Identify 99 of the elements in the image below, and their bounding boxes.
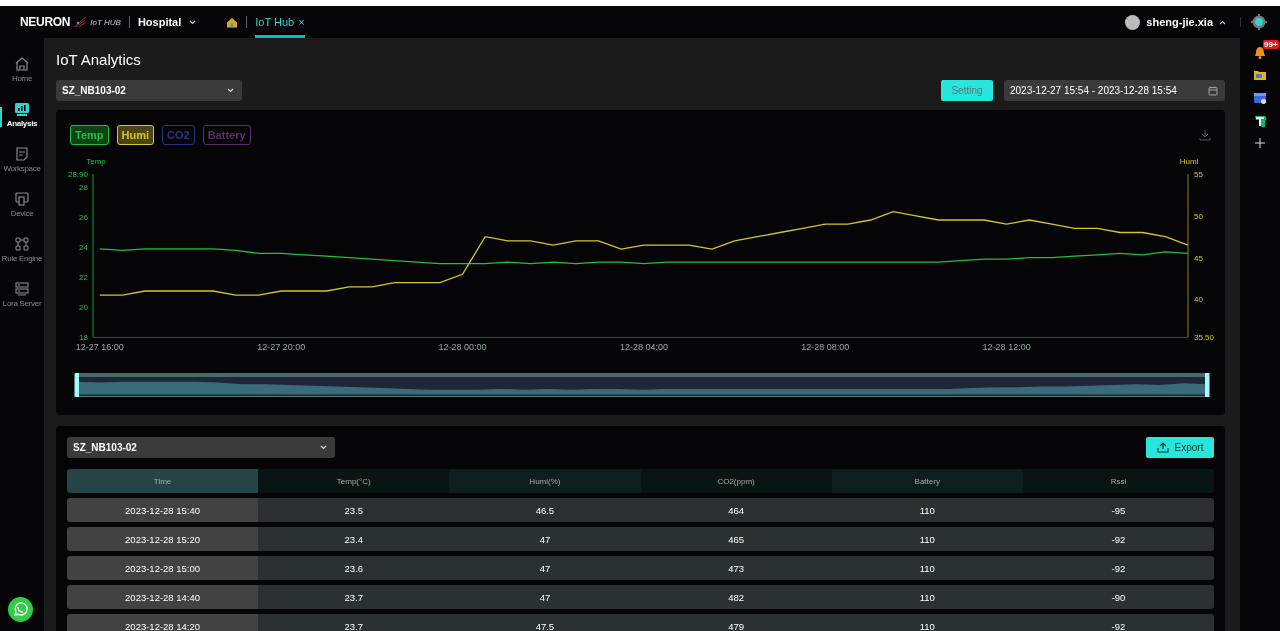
add-icon[interactable] [1254, 137, 1266, 151]
calendar-icon [1208, 85, 1218, 96]
settings-icon[interactable] [1251, 14, 1267, 30]
nodes-icon [14, 236, 30, 252]
tick-label: 28 [79, 183, 88, 193]
sidebar-item[interactable]: Device [0, 191, 44, 225]
table-cell: 47.5 [449, 614, 641, 631]
axis-title: Humi [1179, 157, 1199, 166]
tick-label: 24 [79, 243, 88, 253]
table-cell: 110 [831, 556, 1023, 580]
date-range-field[interactable]: 2023-12-27 15:54 - 2023-12-28 15:54 [1004, 80, 1225, 101]
table-cell: 473 [640, 556, 832, 580]
tick-label: 20 [79, 303, 88, 313]
legend-toggle[interactable]: Temp [70, 125, 109, 145]
bell-icon[interactable] [1254, 46, 1266, 59]
table-cell: 2023-12-28 15:00 [67, 556, 259, 580]
table-cell: 2023-12-28 15:20 [67, 527, 259, 551]
caret-up-icon [1219, 19, 1226, 25]
table-cell: 2023-12-28 14:20 [67, 614, 259, 631]
document-icon [14, 146, 30, 162]
column-header: Humi(%) [449, 469, 641, 493]
table-cell: 47 [449, 585, 641, 609]
sidebar-item[interactable]: Rule Engine [0, 236, 44, 270]
axis-title: Temp [86, 157, 106, 166]
tick-label: 12-28 12:00 [982, 342, 1031, 352]
sidebar-item[interactable]: Home [0, 56, 44, 90]
table-cell: 23.5 [258, 498, 450, 522]
user-menu[interactable]: sheng-jie.xia [1125, 14, 1226, 30]
table-cell: 47 [449, 527, 641, 551]
chat-icon[interactable] [8, 597, 33, 622]
column-header: Temp(°C) [258, 469, 450, 493]
setting-button[interactable]: Setting [941, 80, 993, 101]
table-cell: 110 [831, 527, 1023, 551]
notification-badge: 99+ [1263, 40, 1279, 49]
avatar-icon [1125, 14, 1141, 30]
tick-label: 35.50 [1194, 333, 1215, 342]
column-header: Time [67, 469, 259, 493]
tick-label: 45 [1194, 253, 1203, 263]
server-icon [14, 281, 30, 297]
device-dropdown[interactable]: SZ_NB103-02 [56, 80, 242, 101]
table-cell: 482 [640, 585, 832, 609]
caret-down-icon [227, 88, 234, 93]
house-icon [226, 16, 239, 28]
table-cell: -92 [1022, 527, 1214, 551]
site-selector[interactable]: Hospital [137, 16, 197, 28]
tick-label: 12-28 08:00 [801, 342, 850, 352]
export-button[interactable]: Export [1146, 437, 1214, 458]
sidebar-item[interactable]: Workspace [0, 146, 44, 180]
tick-label: 12-28 04:00 [619, 342, 668, 352]
tick-label: 26 [79, 213, 88, 223]
tick-label: 50 [1194, 211, 1203, 221]
table-cell: 110 [831, 614, 1023, 631]
table-cell: 23.7 [258, 585, 450, 609]
table-cell: 23.4 [258, 527, 450, 551]
tick-label: 40 [1194, 295, 1203, 305]
table-cell: 110 [831, 498, 1023, 522]
calendar-icon[interactable] [1253, 91, 1267, 105]
folder-icon[interactable] [1253, 68, 1267, 82]
table-cell: -92 [1022, 556, 1214, 580]
tick-label: 28.90 [67, 170, 88, 179]
table-cell: -92 [1022, 614, 1214, 631]
swoosh-icon [73, 16, 88, 28]
table-cell: 464 [640, 498, 832, 522]
upload-icon [1156, 442, 1169, 453]
logo: NEURON [20, 15, 71, 29]
house-icon [14, 56, 30, 72]
table-cell: -90 [1022, 585, 1214, 609]
home-tab[interactable] [226, 16, 239, 28]
table-cell: 23.6 [258, 556, 450, 580]
sidebar-item[interactable]: Lora Server [0, 281, 44, 315]
legend-toggle[interactable]: Humi [116, 125, 155, 145]
logo-subtitle: IoT HUB [90, 17, 121, 27]
column-header: Rssi [1022, 469, 1214, 493]
table-cell: 465 [640, 527, 832, 551]
tick-label: 18 [79, 333, 88, 342]
table-cell: -95 [1022, 498, 1214, 522]
device-icon [14, 191, 30, 207]
bar-chart-icon [14, 101, 30, 117]
sidebar-item[interactable]: Analysis [0, 101, 44, 135]
table-cell: 479 [640, 614, 832, 631]
caret-down-icon [189, 19, 197, 25]
table-cell: 23.7 [258, 614, 450, 631]
page-title: IoT Analytics [56, 50, 142, 70]
device-dropdown[interactable]: SZ_NB103-02 [67, 437, 335, 458]
tick-label: 22 [79, 273, 88, 283]
tick-label: 12-28 00:00 [438, 342, 487, 352]
caret-down-icon [320, 445, 327, 450]
letter-t-icon[interactable] [1253, 114, 1267, 128]
column-header: CO2(ppm) [640, 469, 832, 493]
table-cell: 2023-12-28 14:40 [67, 585, 259, 609]
tick-label: 12-27 16:00 [75, 342, 124, 352]
table-cell: 110 [831, 585, 1023, 609]
table-cell: 2023-12-28 15:40 [67, 498, 259, 522]
download-icon[interactable] [1199, 129, 1211, 141]
column-header: Battery [831, 469, 1023, 493]
tick-label: 12-27 20:00 [257, 342, 306, 352]
table-cell: 46.5 [449, 498, 641, 522]
tick-label: 55 [1194, 170, 1203, 179]
table-cell: 47 [449, 556, 641, 580]
